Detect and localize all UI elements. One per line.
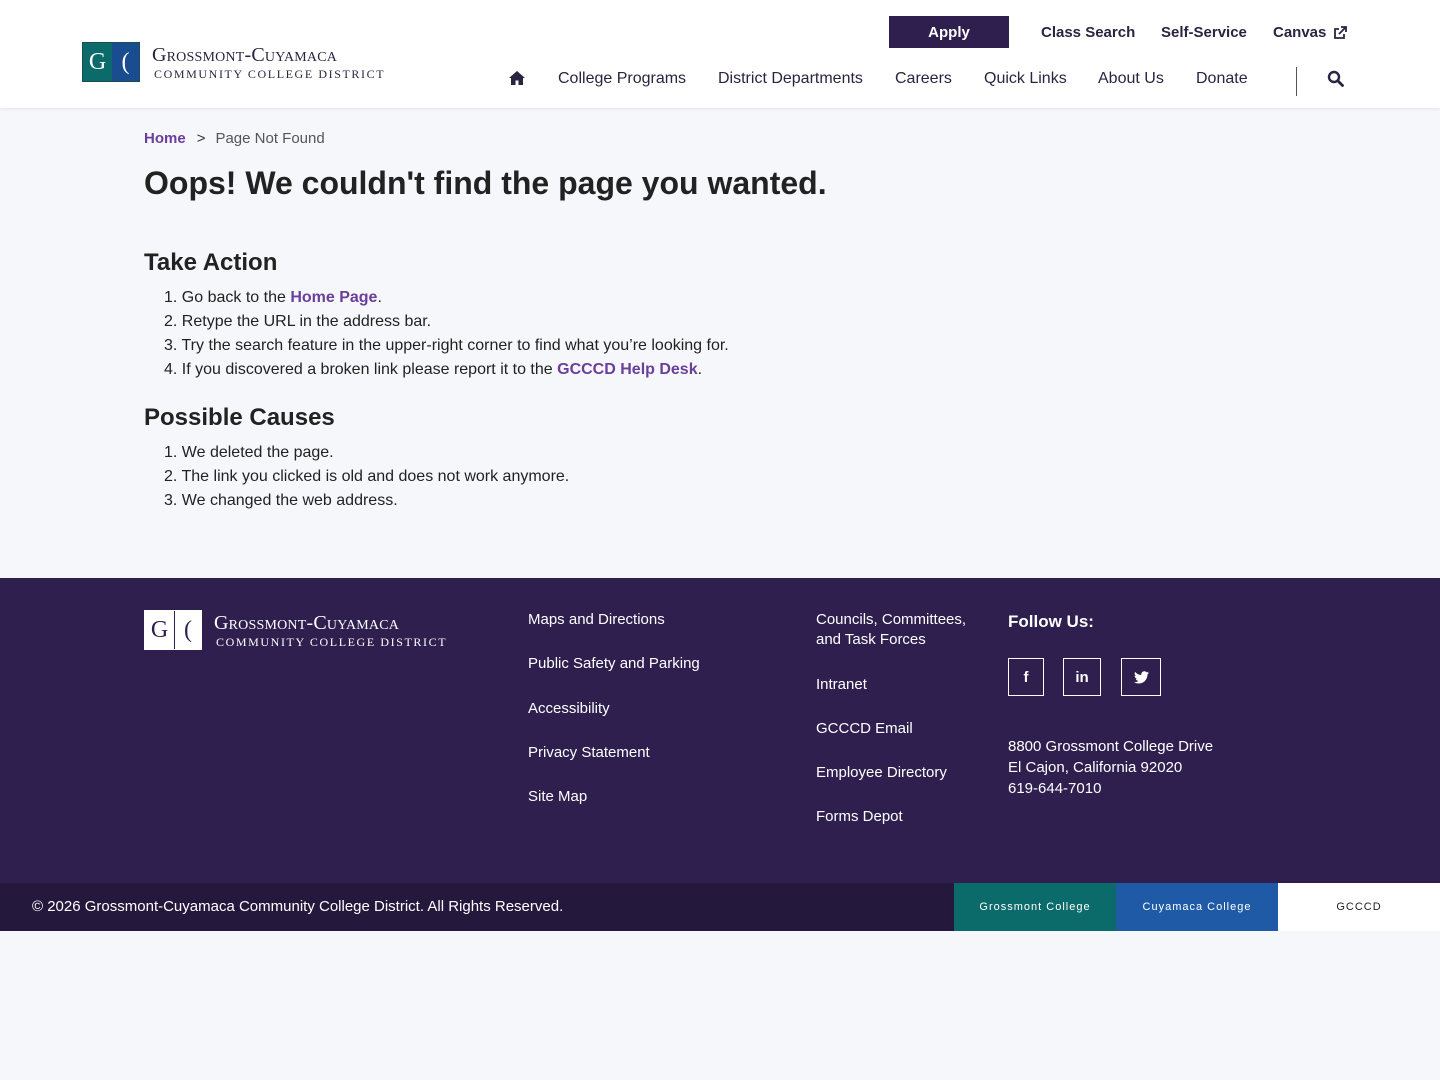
possible-causes-list: 1. We deleted the page. 2. The link you … xyxy=(164,441,569,513)
site-header: G ( Grossmont-Cuyamaca COMMUNITY COLLEGE… xyxy=(0,0,1440,108)
list-text: Retype the URL in the address bar. xyxy=(181,313,432,330)
facebook-icon: f xyxy=(1023,668,1029,686)
list-item: 3. We changed the web address. xyxy=(164,489,569,513)
logo-name: Grossmont-Cuyamaca xyxy=(152,43,338,66)
list-item: 2. The link you clicked is old and does … xyxy=(164,465,569,489)
breadcrumb: Home > Page Not Found xyxy=(144,130,325,147)
address-street: 8800 Grossmont College Drive xyxy=(1008,738,1214,755)
class-search-link[interactable]: Class Search xyxy=(1041,24,1135,41)
apply-button[interactable]: Apply xyxy=(889,16,1009,48)
logo-letter-g: G xyxy=(145,611,174,649)
footer-link-forms[interactable]: Forms Depot xyxy=(816,807,976,827)
footer-link-safety[interactable]: Public Safety and Parking xyxy=(528,654,700,674)
footer-link-accessibility[interactable]: Accessibility xyxy=(528,699,610,719)
list-number: 2. xyxy=(164,468,178,485)
list-number: 3. xyxy=(164,492,178,509)
list-item: 2. Retype the URL in the address bar. xyxy=(164,310,729,334)
search-button[interactable] xyxy=(1327,70,1344,92)
list-number: 1. xyxy=(164,289,178,306)
nav-district-departments[interactable]: District Departments xyxy=(718,70,863,88)
logo-name: Grossmont-Cuyamaca xyxy=(214,611,400,634)
breadcrumb-home-link[interactable]: Home xyxy=(144,130,186,147)
site-footer: G ( Grossmont-Cuyamaca COMMUNITY COLLEGE… xyxy=(0,578,1440,883)
home-icon xyxy=(509,71,525,85)
logo-mark: G ( xyxy=(82,42,140,82)
twitter-link[interactable] xyxy=(1121,658,1161,696)
breadcrumb-current: Page Not Found xyxy=(215,130,325,147)
nav-quick-links[interactable]: Quick Links xyxy=(984,70,1067,88)
logo-letter-g: G xyxy=(83,43,112,81)
address-phone: 619-644-7010 xyxy=(1008,780,1102,797)
self-service-link[interactable]: Self-Service xyxy=(1161,24,1247,41)
list-text-end: . xyxy=(697,361,703,378)
logo-mark: G ( xyxy=(144,610,202,650)
address-city: El Cajon, California 92020 xyxy=(1008,759,1183,776)
follow-us-label: Follow Us: xyxy=(1008,612,1094,631)
possible-causes-heading: Possible Causes xyxy=(144,404,335,431)
take-action-list: 1. Go back to the Home Page. 2. Retype t… xyxy=(164,286,729,382)
list-item: 3. Try the search feature in the upper-r… xyxy=(164,334,729,358)
list-text: We changed the web address. xyxy=(181,492,398,509)
nav-college-programs[interactable]: College Programs xyxy=(558,70,686,88)
twitter-icon xyxy=(1133,670,1149,683)
home-page-link[interactable]: Home Page xyxy=(290,289,377,306)
list-text-end: . xyxy=(377,289,382,306)
linkedin-link[interactable]: in xyxy=(1063,658,1101,696)
logo-subtitle: COMMUNITY COLLEGE DISTRICT xyxy=(216,634,448,649)
cuyamaca-college-tab[interactable]: Cuyamaca College xyxy=(1116,883,1278,931)
footer-link-privacy[interactable]: Privacy Statement xyxy=(528,743,650,763)
page-title: Oops! We couldn't find the page you want… xyxy=(144,165,827,201)
logo-subtitle: COMMUNITY COLLEGE DISTRICT xyxy=(154,66,386,81)
canvas-label: Canvas xyxy=(1273,24,1327,41)
list-text: We deleted the page. xyxy=(181,444,334,461)
logo-crescent: ( xyxy=(174,611,201,649)
list-number: 1. xyxy=(164,444,178,461)
footer-link-councils[interactable]: Councils, Committees, and Task Forces xyxy=(816,610,976,650)
district-logo[interactable]: G ( Grossmont-Cuyamaca COMMUNITY COLLEGE… xyxy=(82,42,385,82)
nav-about-us[interactable]: About Us xyxy=(1098,70,1164,88)
list-item: 4. If you discovered a broken link pleas… xyxy=(164,358,729,382)
footer-logo[interactable]: G ( Grossmont-Cuyamaca COMMUNITY COLLEGE… xyxy=(144,610,447,650)
footer-link-email[interactable]: GCCCD Email xyxy=(816,719,976,739)
nav-divider xyxy=(1296,67,1297,96)
list-text: The link you clicked is old and does not… xyxy=(181,468,570,485)
breadcrumb-separator: > xyxy=(196,130,206,147)
copyright-text: © 2026 Grossmont-Cuyamaca Community Coll… xyxy=(32,898,564,915)
list-item: 1. We deleted the page. xyxy=(164,441,569,465)
linkedin-icon: in xyxy=(1075,668,1089,686)
list-number: 2. xyxy=(164,313,178,330)
gcccd-tab[interactable]: GCCCD xyxy=(1278,883,1440,931)
take-action-heading: Take Action xyxy=(144,249,278,276)
footer-link-maps[interactable]: Maps and Directions xyxy=(528,610,665,630)
list-text: Go back to the xyxy=(181,289,291,306)
list-text: If you discovered a broken link please r… xyxy=(181,361,558,378)
list-item: 1. Go back to the Home Page. xyxy=(164,286,729,310)
help-desk-link[interactable]: GCCCD Help Desk xyxy=(557,361,697,378)
logo-crescent: ( xyxy=(112,43,139,81)
bottom-bar: © 2026 Grossmont-Cuyamaca Community Coll… xyxy=(0,883,1440,931)
nav-donate[interactable]: Donate xyxy=(1196,70,1248,88)
list-text: Try the search feature in the upper-righ… xyxy=(181,337,729,354)
footer-link-intranet[interactable]: Intranet xyxy=(816,675,976,695)
logo-text: Grossmont-Cuyamaca COMMUNITY COLLEGE DIS… xyxy=(152,45,385,80)
canvas-link[interactable]: Canvas xyxy=(1273,24,1348,41)
list-number: 3. xyxy=(164,337,178,354)
facebook-link[interactable]: f xyxy=(1008,658,1044,696)
external-link-icon xyxy=(1334,25,1348,39)
search-icon xyxy=(1327,70,1344,87)
logo-text: Grossmont-Cuyamaca COMMUNITY COLLEGE DIS… xyxy=(214,613,447,648)
list-number: 4. xyxy=(164,361,178,378)
footer-link-directory[interactable]: Employee Directory xyxy=(816,763,976,783)
nav-careers[interactable]: Careers xyxy=(895,70,952,88)
grossmont-college-tab[interactable]: Grossmont College xyxy=(954,883,1116,931)
nav-home-link[interactable] xyxy=(508,70,526,91)
footer-link-sitemap[interactable]: Site Map xyxy=(528,787,587,807)
